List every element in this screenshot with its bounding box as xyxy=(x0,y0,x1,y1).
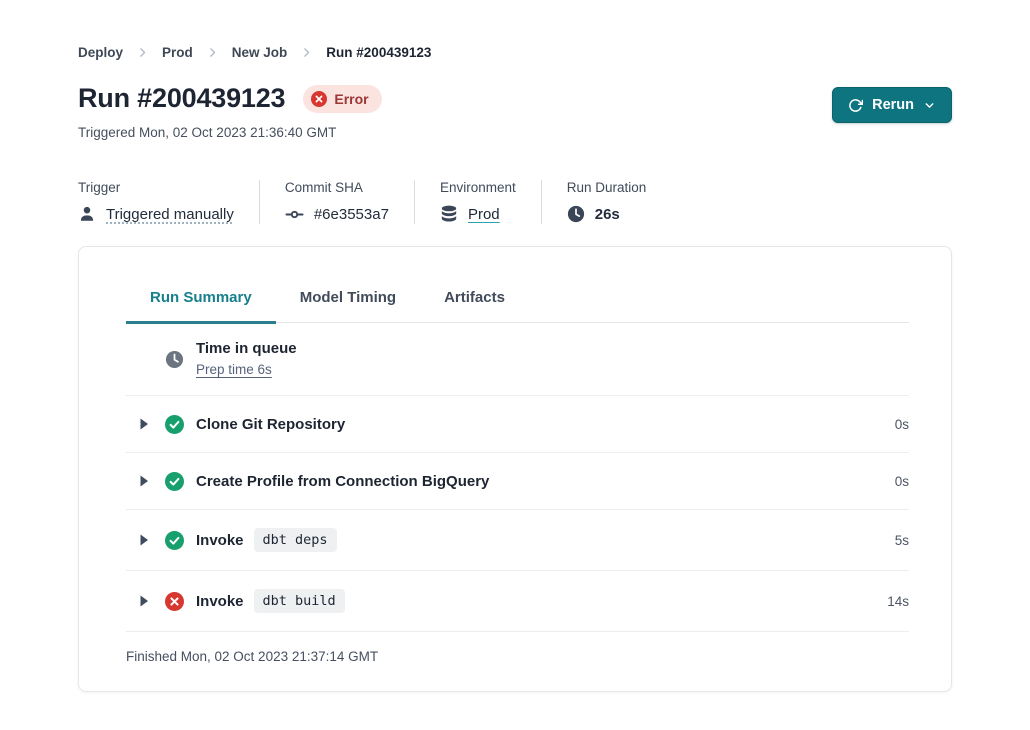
chevron-right-icon xyxy=(206,46,219,59)
clock-icon xyxy=(567,205,585,223)
breadcrumb-deploy[interactable]: Deploy xyxy=(78,45,123,60)
meta-commit-value: #6e3553a7 xyxy=(314,206,389,223)
caret-right-icon[interactable] xyxy=(138,594,152,608)
command-chip: dbt build xyxy=(254,589,345,613)
run-summary-card: Run Summary Model Timing Artifacts Time … xyxy=(78,246,952,692)
caret-right-icon[interactable] xyxy=(138,474,152,488)
meta-trigger-label: Trigger xyxy=(78,180,234,195)
step-duration: 14s xyxy=(887,594,909,609)
refresh-icon xyxy=(848,98,863,113)
meta-commit-sha: Commit SHA #6e3553a7 xyxy=(285,180,415,224)
meta-environment: Environment Prod xyxy=(440,180,542,224)
step-title: Invoke xyxy=(196,593,244,610)
prep-time-link[interactable]: Prep time 6s xyxy=(196,362,272,377)
caret-right-icon[interactable] xyxy=(138,417,152,431)
breadcrumb: Deploy Prod New Job Run #200439123 xyxy=(78,45,952,60)
meta-duration-value: 26s xyxy=(595,206,620,223)
finished-timestamp: Finished Mon, 02 Oct 2023 21:37:14 GMT xyxy=(126,632,909,691)
chevron-right-icon xyxy=(300,46,313,59)
error-circle-icon xyxy=(311,91,327,107)
triggered-timestamp: Triggered Mon, 02 Oct 2023 21:36:40 GMT xyxy=(78,125,382,140)
step-duration: 0s xyxy=(895,474,909,489)
title-block: Run #200439123 Error Triggered Mon, 02 O… xyxy=(78,83,382,140)
step-duration: 0s xyxy=(895,417,909,432)
status-badge-label: Error xyxy=(334,91,368,107)
success-check-icon xyxy=(165,472,184,491)
meta-run-duration: Run Duration 26s xyxy=(567,180,672,224)
meta-trigger: Trigger Triggered manually xyxy=(78,180,260,224)
meta-environment-value[interactable]: Prod xyxy=(468,206,500,223)
rerun-button[interactable]: Rerun xyxy=(832,87,952,123)
step-title: Clone Git Repository xyxy=(196,416,345,433)
database-icon xyxy=(440,205,458,223)
success-check-icon xyxy=(165,415,184,434)
error-circle-icon xyxy=(165,592,184,611)
meta-environment-label: Environment xyxy=(440,180,516,195)
person-icon xyxy=(78,205,96,223)
step-invoke-dbt-build[interactable]: Invoke dbt build 14s xyxy=(126,571,909,632)
clock-icon xyxy=(165,350,184,369)
breadcrumb-prod[interactable]: Prod xyxy=(162,45,193,60)
breadcrumb-new-job[interactable]: New Job xyxy=(232,45,288,60)
step-title: Create Profile from Connection BigQuery xyxy=(196,473,489,490)
caret-right-icon[interactable] xyxy=(138,533,152,547)
rerun-button-label: Rerun xyxy=(872,97,914,113)
page-title: Run #200439123 xyxy=(78,83,285,114)
step-time-in-queue: Time in queue Prep time 6s xyxy=(126,323,909,396)
step-title: Time in queue xyxy=(196,340,297,357)
git-commit-icon xyxy=(285,205,304,224)
run-meta-row: Trigger Triggered manually Commit SHA #6… xyxy=(78,180,952,224)
step-invoke-dbt-deps[interactable]: Invoke dbt deps 5s xyxy=(126,510,909,571)
step-create-profile[interactable]: Create Profile from Connection BigQuery … xyxy=(126,453,909,510)
meta-trigger-value[interactable]: Triggered manually xyxy=(106,206,234,223)
page-header: Run #200439123 Error Triggered Mon, 02 O… xyxy=(78,83,952,140)
step-duration: 5s xyxy=(895,533,909,548)
tab-run-summary[interactable]: Run Summary xyxy=(126,289,276,324)
command-chip: dbt deps xyxy=(254,528,337,552)
chevron-down-icon xyxy=(923,99,936,112)
breadcrumb-current-run: Run #200439123 xyxy=(326,45,431,60)
tab-bar: Run Summary Model Timing Artifacts xyxy=(126,289,909,323)
meta-duration-label: Run Duration xyxy=(567,180,647,195)
meta-commit-label: Commit SHA xyxy=(285,180,389,195)
step-clone-git-repository[interactable]: Clone Git Repository 0s xyxy=(126,396,909,453)
chevron-right-icon xyxy=(136,46,149,59)
tab-artifacts[interactable]: Artifacts xyxy=(420,289,529,324)
success-check-icon xyxy=(165,531,184,550)
status-badge: Error xyxy=(303,85,381,113)
run-detail-page: Deploy Prod New Job Run #200439123 Run #… xyxy=(0,0,1030,692)
tab-model-timing[interactable]: Model Timing xyxy=(276,289,420,324)
step-title: Invoke xyxy=(196,532,244,549)
